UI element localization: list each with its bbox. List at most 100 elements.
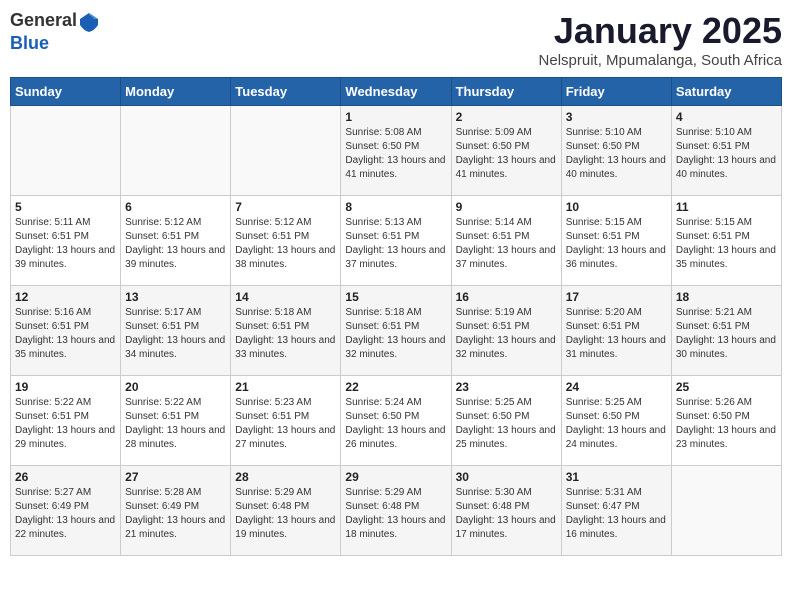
- calendar-cell: 13 Sunrise: 5:17 AM Sunset: 6:51 PM Dayl…: [121, 286, 231, 376]
- day-info: Sunrise: 5:18 AM Sunset: 6:51 PM Dayligh…: [235, 306, 336, 362]
- header-sunday: Sunday: [11, 78, 121, 106]
- sunrise-time: Sunrise: 5:09 AM: [456, 127, 532, 138]
- sunrise-time: Sunrise: 5:12 AM: [125, 217, 201, 228]
- day-info: Sunrise: 5:19 AM Sunset: 6:51 PM Dayligh…: [456, 306, 557, 362]
- sunset-time: Sunset: 6:51 PM: [676, 321, 750, 332]
- calendar-cell: 3 Sunrise: 5:10 AM Sunset: 6:50 PM Dayli…: [561, 106, 671, 196]
- sunrise-time: Sunrise: 5:26 AM: [676, 397, 752, 408]
- day-number: 17: [566, 290, 667, 304]
- calendar-cell: 14 Sunrise: 5:18 AM Sunset: 6:51 PM Dayl…: [231, 286, 341, 376]
- day-info: Sunrise: 5:31 AM Sunset: 6:47 PM Dayligh…: [566, 486, 667, 542]
- daylight-hours: Daylight: 13 hours and 37 minutes.: [345, 245, 445, 270]
- day-number: 29: [345, 470, 446, 484]
- calendar-cell: 1 Sunrise: 5:08 AM Sunset: 6:50 PM Dayli…: [341, 106, 451, 196]
- daylight-hours: Daylight: 13 hours and 41 minutes.: [456, 155, 556, 180]
- day-number: 31: [566, 470, 667, 484]
- sunrise-time: Sunrise: 5:24 AM: [345, 397, 421, 408]
- day-info: Sunrise: 5:13 AM Sunset: 6:51 PM Dayligh…: [345, 216, 446, 272]
- sunrise-time: Sunrise: 5:17 AM: [125, 307, 201, 318]
- calendar-cell: [11, 106, 121, 196]
- sunset-time: Sunset: 6:51 PM: [566, 231, 640, 242]
- sunrise-time: Sunrise: 5:08 AM: [345, 127, 421, 138]
- day-number: 13: [125, 290, 226, 304]
- sunset-time: Sunset: 6:50 PM: [566, 411, 640, 422]
- day-number: 12: [15, 290, 116, 304]
- sunset-time: Sunset: 6:51 PM: [125, 411, 199, 422]
- sunset-time: Sunset: 6:47 PM: [566, 501, 640, 512]
- day-number: 2: [456, 110, 557, 124]
- daylight-hours: Daylight: 13 hours and 40 minutes.: [566, 155, 666, 180]
- day-info: Sunrise: 5:30 AM Sunset: 6:48 PM Dayligh…: [456, 486, 557, 542]
- sunset-time: Sunset: 6:51 PM: [235, 321, 309, 332]
- sunrise-time: Sunrise: 5:29 AM: [345, 487, 421, 498]
- sunrise-time: Sunrise: 5:16 AM: [15, 307, 91, 318]
- daylight-hours: Daylight: 13 hours and 41 minutes.: [345, 155, 445, 180]
- day-number: 25: [676, 380, 777, 394]
- sunrise-time: Sunrise: 5:12 AM: [235, 217, 311, 228]
- calendar-subtitle: Nelspruit, Mpumalanga, South Africa: [539, 52, 782, 69]
- calendar-cell: 4 Sunrise: 5:10 AM Sunset: 6:51 PM Dayli…: [671, 106, 781, 196]
- calendar-cell: 27 Sunrise: 5:28 AM Sunset: 6:49 PM Dayl…: [121, 466, 231, 556]
- day-info: Sunrise: 5:17 AM Sunset: 6:51 PM Dayligh…: [125, 306, 226, 362]
- sunrise-time: Sunrise: 5:27 AM: [15, 487, 91, 498]
- day-number: 30: [456, 470, 557, 484]
- day-number: 19: [15, 380, 116, 394]
- sunrise-time: Sunrise: 5:18 AM: [345, 307, 421, 318]
- calendar-cell: 11 Sunrise: 5:15 AM Sunset: 6:51 PM Dayl…: [671, 196, 781, 286]
- sunset-time: Sunset: 6:48 PM: [235, 501, 309, 512]
- sunset-time: Sunset: 6:51 PM: [15, 321, 89, 332]
- day-info: Sunrise: 5:29 AM Sunset: 6:48 PM Dayligh…: [345, 486, 446, 542]
- day-info: Sunrise: 5:21 AM Sunset: 6:51 PM Dayligh…: [676, 306, 777, 362]
- sunrise-time: Sunrise: 5:23 AM: [235, 397, 311, 408]
- sunset-time: Sunset: 6:49 PM: [15, 501, 89, 512]
- logo-icon: [78, 11, 100, 33]
- calendar-cell: 7 Sunrise: 5:12 AM Sunset: 6:51 PM Dayli…: [231, 196, 341, 286]
- calendar-cell: 8 Sunrise: 5:13 AM Sunset: 6:51 PM Dayli…: [341, 196, 451, 286]
- calendar-cell: 30 Sunrise: 5:30 AM Sunset: 6:48 PM Dayl…: [451, 466, 561, 556]
- sunrise-time: Sunrise: 5:30 AM: [456, 487, 532, 498]
- day-info: Sunrise: 5:09 AM Sunset: 6:50 PM Dayligh…: [456, 126, 557, 182]
- header-friday: Friday: [561, 78, 671, 106]
- header-saturday: Saturday: [671, 78, 781, 106]
- daylight-hours: Daylight: 13 hours and 16 minutes.: [566, 515, 666, 540]
- day-number: 6: [125, 200, 226, 214]
- sunset-time: Sunset: 6:51 PM: [235, 231, 309, 242]
- daylight-hours: Daylight: 13 hours and 35 minutes.: [15, 335, 115, 360]
- day-info: Sunrise: 5:24 AM Sunset: 6:50 PM Dayligh…: [345, 396, 446, 452]
- daylight-hours: Daylight: 13 hours and 34 minutes.: [125, 335, 225, 360]
- day-number: 21: [235, 380, 336, 394]
- day-info: Sunrise: 5:18 AM Sunset: 6:51 PM Dayligh…: [345, 306, 446, 362]
- day-info: Sunrise: 5:25 AM Sunset: 6:50 PM Dayligh…: [456, 396, 557, 452]
- sunrise-time: Sunrise: 5:15 AM: [566, 217, 642, 228]
- calendar-cell: 18 Sunrise: 5:21 AM Sunset: 6:51 PM Dayl…: [671, 286, 781, 376]
- day-info: Sunrise: 5:16 AM Sunset: 6:51 PM Dayligh…: [15, 306, 116, 362]
- day-info: Sunrise: 5:11 AM Sunset: 6:51 PM Dayligh…: [15, 216, 116, 272]
- calendar-cell: 6 Sunrise: 5:12 AM Sunset: 6:51 PM Dayli…: [121, 196, 231, 286]
- daylight-hours: Daylight: 13 hours and 25 minutes.: [456, 425, 556, 450]
- calendar-title: January 2025: [539, 10, 782, 52]
- sunrise-time: Sunrise: 5:25 AM: [566, 397, 642, 408]
- sunset-time: Sunset: 6:51 PM: [15, 411, 89, 422]
- day-info: Sunrise: 5:12 AM Sunset: 6:51 PM Dayligh…: [235, 216, 336, 272]
- day-number: 7: [235, 200, 336, 214]
- calendar-cell: 31 Sunrise: 5:31 AM Sunset: 6:47 PM Dayl…: [561, 466, 671, 556]
- sunset-time: Sunset: 6:50 PM: [676, 411, 750, 422]
- day-number: 5: [15, 200, 116, 214]
- day-info: Sunrise: 5:15 AM Sunset: 6:51 PM Dayligh…: [676, 216, 777, 272]
- day-number: 24: [566, 380, 667, 394]
- daylight-hours: Daylight: 13 hours and 36 minutes.: [566, 245, 666, 270]
- sunrise-time: Sunrise: 5:22 AM: [15, 397, 91, 408]
- day-info: Sunrise: 5:12 AM Sunset: 6:51 PM Dayligh…: [125, 216, 226, 272]
- logo: General Blue: [10, 10, 101, 54]
- sunset-time: Sunset: 6:49 PM: [125, 501, 199, 512]
- sunset-time: Sunset: 6:50 PM: [456, 411, 530, 422]
- sunset-time: Sunset: 6:50 PM: [456, 141, 530, 152]
- daylight-hours: Daylight: 13 hours and 32 minutes.: [456, 335, 556, 360]
- daylight-hours: Daylight: 13 hours and 39 minutes.: [15, 245, 115, 270]
- sunrise-time: Sunrise: 5:21 AM: [676, 307, 752, 318]
- logo-blue: Blue: [10, 33, 49, 53]
- sunset-time: Sunset: 6:51 PM: [676, 141, 750, 152]
- sunset-time: Sunset: 6:51 PM: [235, 411, 309, 422]
- day-info: Sunrise: 5:22 AM Sunset: 6:51 PM Dayligh…: [15, 396, 116, 452]
- calendar-cell: 20 Sunrise: 5:22 AM Sunset: 6:51 PM Dayl…: [121, 376, 231, 466]
